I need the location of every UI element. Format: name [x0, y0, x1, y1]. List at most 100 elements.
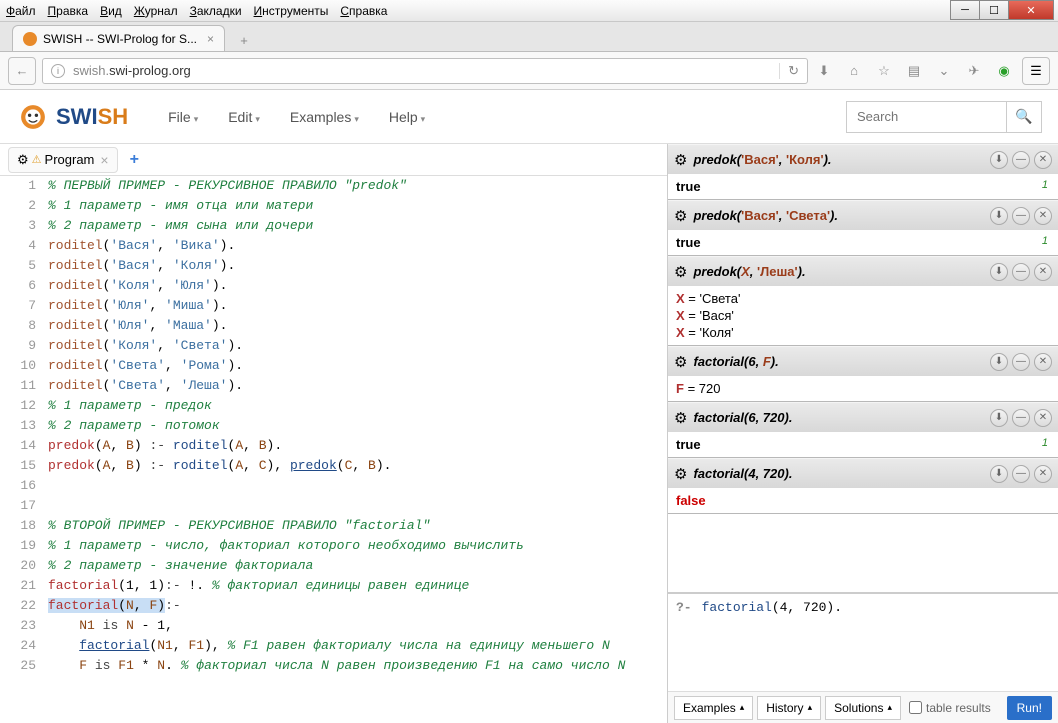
code-line[interactable]: 14predok(A, B) :- roditel(A, B). — [0, 436, 667, 456]
line-number: 11 — [0, 376, 44, 396]
minimize-icon[interactable]: — — [1012, 353, 1030, 371]
code-line[interactable]: 20% 2 параметр - значение факториала — [0, 556, 667, 576]
close-icon[interactable]: ✕ — [1034, 353, 1052, 371]
code-line[interactable]: 18% ВТОРОЙ ПРИМЕР - РЕКУРСИВНОЕ ПРАВИЛО … — [0, 516, 667, 536]
menu-file[interactable]: Файл — [6, 4, 36, 18]
code-line[interactable]: 6roditel('Коля', 'Юля'). — [0, 276, 667, 296]
close-icon[interactable]: ✕ — [1034, 207, 1052, 225]
close-icon[interactable]: ✕ — [1034, 465, 1052, 483]
code-line[interactable]: 21factorial(1, 1):- !. % факториал едини… — [0, 576, 667, 596]
code-line[interactable]: 4roditel('Вася', 'Вика'). — [0, 236, 667, 256]
close-icon[interactable]: ✕ — [1034, 263, 1052, 281]
query-header[interactable]: ⚙predok('Вася', 'Коля').⬇—✕ — [668, 144, 1058, 174]
code-editor[interactable]: 1% ПЕРВЫЙ ПРИМЕР - РЕКУРСИВНОЕ ПРАВИЛО "… — [0, 176, 667, 723]
tab-close-icon[interactable]: × — [207, 32, 214, 46]
table-results-checkbox[interactable]: table results — [909, 701, 991, 715]
code-line[interactable]: 1% ПЕРВЫЙ ПРИМЕР - РЕКУРСИВНОЕ ПРАВИЛО "… — [0, 176, 667, 196]
star-icon[interactable]: ☆ — [876, 63, 892, 79]
clipboard-icon[interactable]: ▤ — [906, 63, 922, 79]
reload-icon[interactable]: ↻ — [779, 63, 799, 79]
code-line[interactable]: 10roditel('Света', 'Рома'). — [0, 356, 667, 376]
menu-help[interactable]: Справка — [340, 4, 387, 18]
address-bar[interactable]: i swish.swi-prolog.org ↻ — [42, 58, 808, 84]
pocket-icon[interactable]: ⌄ — [936, 63, 952, 79]
gear-icon: ⚙ — [674, 353, 687, 371]
app-menu-examples[interactable]: Examples — [290, 109, 359, 125]
code-line[interactable]: 3% 2 параметр - имя сына или дочери — [0, 216, 667, 236]
code-line[interactable]: 11roditel('Света', 'Леша'). — [0, 376, 667, 396]
minimize-icon[interactable]: — — [1012, 409, 1030, 427]
editor-tab-program[interactable]: ⚙ ⚠ Program × — [8, 147, 118, 173]
code-line[interactable]: 22factorial(N, F):- — [0, 596, 667, 616]
minimize-icon[interactable]: — — [1012, 465, 1030, 483]
code-line[interactable]: 13% 2 параметр - потомок — [0, 416, 667, 436]
query-header[interactable]: ⚙factorial(4, 720).⬇—✕ — [668, 458, 1058, 488]
code-line[interactable]: 2% 1 параметр - имя отца или матери — [0, 196, 667, 216]
code-line[interactable]: 7roditel('Юля', 'Миша'). — [0, 296, 667, 316]
line-number: 25 — [0, 656, 44, 676]
search-button[interactable]: 🔍 — [1006, 101, 1042, 133]
code-line[interactable]: 5roditel('Вася', 'Коля'). — [0, 256, 667, 276]
send-icon[interactable]: ✈ — [966, 63, 982, 79]
code-line[interactable]: 17 — [0, 496, 667, 516]
hamburger-menu[interactable]: ☰ — [1022, 57, 1050, 85]
app-menu-edit[interactable]: Edit — [228, 109, 260, 125]
code-line[interactable]: 15predok(A, B) :- roditel(A, C), predok(… — [0, 456, 667, 476]
code-content: predok(A, B) :- roditel(A, C), predok(C,… — [44, 456, 391, 476]
home-icon[interactable]: ⌂ — [846, 63, 862, 78]
editor-tab-close[interactable]: × — [100, 152, 108, 168]
code-line[interactable]: 25 F is F1 * N. % факториал числа N раве… — [0, 656, 667, 676]
download-icon[interactable]: ⬇ — [816, 63, 832, 79]
results-pane: ⚙predok('Вася', 'Коля').⬇—✕true1⚙predok(… — [668, 144, 1058, 723]
download-icon[interactable]: ⬇ — [990, 409, 1008, 427]
addon-icon[interactable]: ◉ — [996, 63, 1012, 79]
download-icon[interactable]: ⬇ — [990, 151, 1008, 169]
editor-tab-add[interactable]: + — [130, 151, 139, 169]
line-number: 6 — [0, 276, 44, 296]
code-line[interactable]: 23 N1 is N - 1, — [0, 616, 667, 636]
minimize-icon[interactable]: — — [1012, 207, 1030, 225]
query-header[interactable]: ⚙predok('Вася', 'Света').⬇—✕ — [668, 200, 1058, 230]
download-icon[interactable]: ⬇ — [990, 263, 1008, 281]
query-text[interactable]: factorial(4, 720). — [702, 600, 842, 685]
editor-tabs: ⚙ ⚠ Program × + — [0, 144, 667, 176]
query-header[interactable]: ⚙factorial(6, 720).⬇—✕ — [668, 402, 1058, 432]
query-header[interactable]: ⚙factorial(6, F).⬇—✕ — [668, 346, 1058, 376]
download-icon[interactable]: ⬇ — [990, 353, 1008, 371]
app-menu-help[interactable]: Help — [389, 109, 425, 125]
code-line[interactable]: 19% 1 параметр - число, факториал которо… — [0, 536, 667, 556]
code-line[interactable]: 12% 1 параметр - предок — [0, 396, 667, 416]
menu-edit[interactable]: Правка — [48, 4, 89, 18]
code-content: % ВТОРОЙ ПРИМЕР - РЕКУРСИВНОЕ ПРАВИЛО "f… — [44, 516, 430, 536]
run-button[interactable]: Run! — [1007, 696, 1052, 720]
menu-history[interactable]: Журнал — [134, 4, 178, 18]
window-close-button[interactable]: ✕ — [1008, 0, 1054, 20]
code-line[interactable]: 16 — [0, 476, 667, 496]
info-icon[interactable]: i — [51, 64, 65, 78]
download-icon[interactable]: ⬇ — [990, 465, 1008, 483]
download-icon[interactable]: ⬇ — [990, 207, 1008, 225]
line-number: 1 — [0, 176, 44, 196]
code-line[interactable]: 24 factorial(N1, F1), % F1 равен фактори… — [0, 636, 667, 656]
browser-tab[interactable]: SWISH -- SWI-Prolog for S... × — [12, 25, 225, 51]
back-button[interactable]: ← — [8, 57, 36, 85]
code-line[interactable]: 9roditel('Коля', 'Света'). — [0, 336, 667, 356]
minimize-icon[interactable]: — — [1012, 151, 1030, 169]
app-menu-file[interactable]: File — [168, 109, 198, 125]
examples-dropdown[interactable]: Examples — [674, 696, 753, 720]
solutions-dropdown[interactable]: Solutions — [825, 696, 901, 720]
close-icon[interactable]: ✕ — [1034, 151, 1052, 169]
close-icon[interactable]: ✕ — [1034, 409, 1052, 427]
query-results: ⚙predok('Вася', 'Коля').⬇—✕true1⚙predok(… — [668, 144, 1058, 593]
history-dropdown[interactable]: History — [757, 696, 821, 720]
query-header[interactable]: ⚙predok(X, 'Леша').⬇—✕ — [668, 256, 1058, 286]
new-tab-button[interactable]: + — [231, 29, 257, 51]
menu-tools[interactable]: Инструменты — [254, 4, 329, 18]
window-maximize-button[interactable]: ☐ — [979, 0, 1009, 20]
menu-view[interactable]: Вид — [100, 4, 122, 18]
menu-bookmarks[interactable]: Закладки — [190, 4, 242, 18]
search-input[interactable] — [846, 101, 1006, 133]
window-minimize-button[interactable]: ─ — [950, 0, 980, 20]
minimize-icon[interactable]: — — [1012, 263, 1030, 281]
code-line[interactable]: 8roditel('Юля', 'Маша'). — [0, 316, 667, 336]
